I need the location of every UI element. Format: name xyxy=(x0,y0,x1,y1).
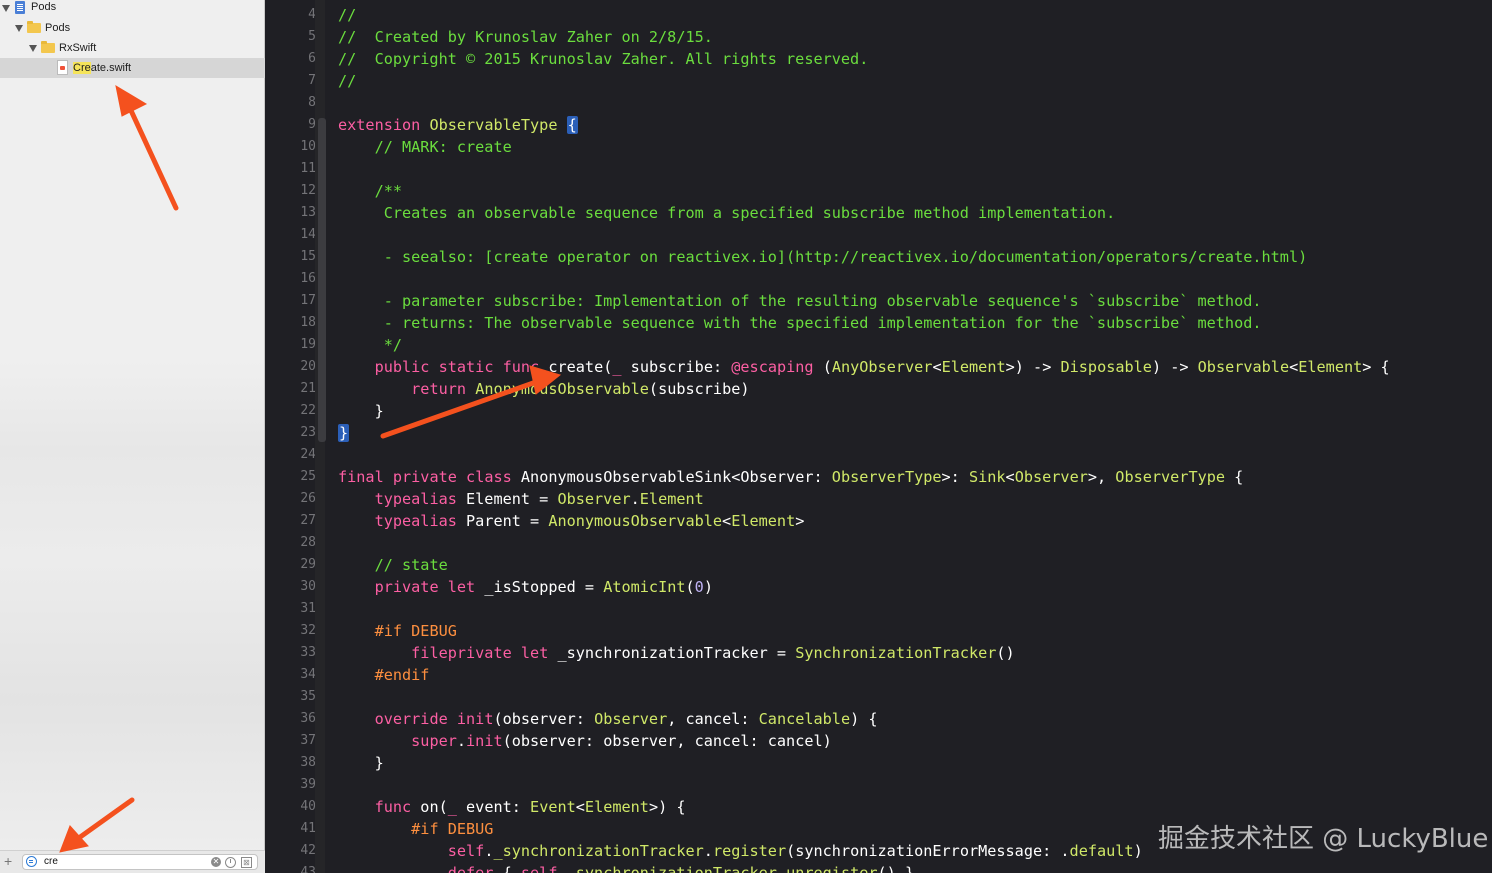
annotation-arrows xyxy=(59,84,562,853)
annotation-arrowhead-icon xyxy=(59,825,89,853)
annotation-arrow-filter xyxy=(73,797,135,843)
annotation-arrow-create xyxy=(380,379,539,439)
annotation-arrowhead-icon xyxy=(115,84,148,117)
watermark: 掘金技术社区 @ LuckyBlue xyxy=(1158,824,1489,854)
annotation-arrowhead-icon xyxy=(529,365,562,395)
annotation-arrow-file xyxy=(125,101,179,211)
